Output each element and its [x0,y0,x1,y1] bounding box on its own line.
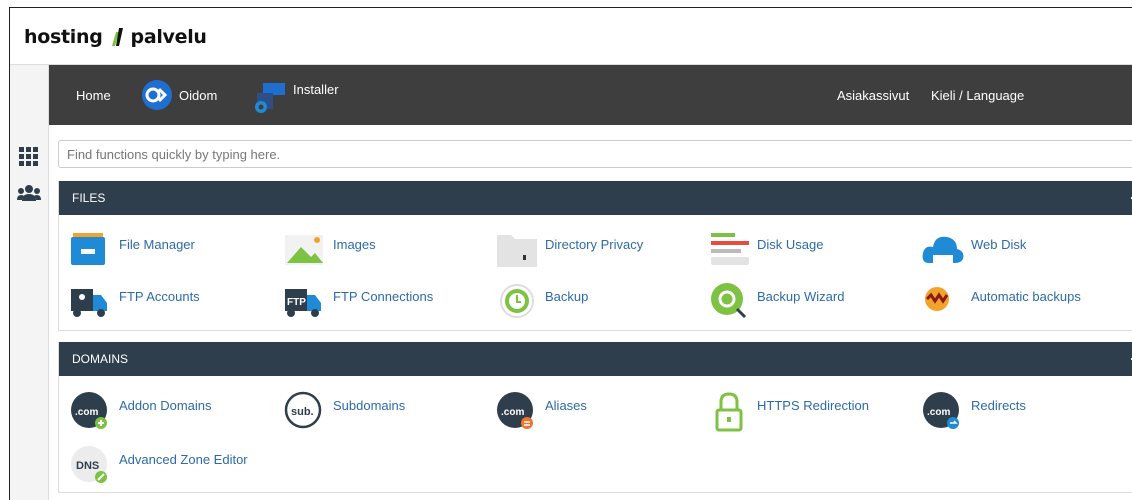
nav-oidom-label: Oidom [179,87,218,103]
redirects-icon: .com [921,390,965,429]
https-redirection-label: HTTPS Redirection [757,398,869,413]
logo-bar: hosting palvelu [10,8,1132,65]
nav-customer-pages-label: Asiakassivut [837,87,910,103]
oidom-icon [141,79,173,111]
addon-domains-label: Addon Domains [119,398,212,413]
file-manager-icon [69,229,113,267]
ftp-connections-label: FTP Connections [333,289,434,304]
files-panel-header[interactable]: FILES [59,181,1132,215]
ftp-accounts-link[interactable]: FTP Accounts [69,281,200,319]
ftp-accounts-label: FTP Accounts [119,289,200,304]
disk-usage-icon [707,229,751,267]
padlock-icon [707,390,751,432]
logo-text-right: palvelu [130,26,207,48]
nav-customer-pages[interactable]: Asiakassivut [837,65,909,125]
domains-panel-title: DOMAINS [72,352,129,366]
disk-usage-label: Disk Usage [757,237,824,252]
backup-icon [495,281,539,319]
images-icon [283,229,327,267]
subdomains-link[interactable]: sub. Subdomains [283,390,406,429]
backup-label: Backup [545,289,589,304]
nav-installer-label: Installer [293,82,339,97]
domains-panel-header[interactable]: DOMAINS [59,342,1132,376]
ftp-connections-icon: FTP [283,281,327,319]
automatic-backups-link[interactable]: Automatic backups [921,281,1081,319]
nav-language[interactable]: Kieli / Language [931,65,1024,125]
disk-usage-link[interactable]: Disk Usage [707,229,823,267]
https-redirection-link[interactable]: HTTPS Redirection [707,390,869,432]
backup-wizard-link[interactable]: Backup Wizard [707,281,844,319]
svg-text:DNS: DNS [76,460,99,472]
top-navigation: Home Oidom Installer Asiakassivut Kieli … [49,65,1132,125]
logo-mark-icon [108,26,126,48]
file-manager-link[interactable]: File Manager [69,229,195,267]
automatic-backups-label: Automatic backups [971,289,1081,304]
backup-wizard-icon [707,281,751,319]
hostingpalvelu-logo[interactable]: hosting palvelu [24,26,207,48]
images-link[interactable]: Images [283,229,376,267]
aliases-label: Aliases [545,398,587,413]
addon-domains-icon: .com [69,390,113,429]
logo-text-left: hosting [24,26,103,48]
left-rail [10,65,49,500]
subdomains-icon: sub. [283,390,327,429]
aliases-link[interactable]: .com Aliases [495,390,587,429]
redirects-link[interactable]: .com Redirects [921,390,1026,429]
backup-wizard-label: Backup Wizard [757,289,845,304]
nav-installer[interactable]: Installer [249,65,339,125]
svg-text:.com: .com [927,407,950,418]
nav-oidom[interactable]: Oidom [141,65,217,125]
nav-home-label: Home [76,87,111,103]
automatic-backups-icon [921,281,965,319]
grid-apps-icon[interactable] [19,147,39,167]
svg-text:sub.: sub. [291,406,314,418]
cpanel-window: hosting palvelu Home Oidom Installer Asi… [9,7,1132,500]
svg-text:FTP: FTP [287,297,306,308]
nav-language-label: Kieli / Language [931,87,1025,103]
ftp-accounts-icon [69,281,113,319]
advanced-zone-editor-label: Advanced Zone Editor [119,452,248,467]
files-panel: FILES File Manager Images Directory Priv… [58,181,1132,331]
users-icon[interactable] [17,183,41,203]
svg-text:.com: .com [75,407,98,418]
files-panel-title: FILES [72,191,106,205]
search-input[interactable] [58,140,1132,168]
redirects-label: Redirects [971,398,1026,413]
ftp-connections-link[interactable]: FTP FTP Connections [283,281,433,319]
subdomains-label: Subdomains [333,398,406,413]
file-manager-label: File Manager [119,237,195,252]
images-label: Images [333,237,376,252]
nav-home[interactable]: Home [76,65,111,125]
web-disk-link[interactable]: Web Disk [921,229,1026,267]
web-disk-label: Web Disk [971,237,1027,252]
backup-link[interactable]: Backup [495,281,588,319]
addon-domains-link[interactable]: .com Addon Domains [69,390,212,429]
installer-icon [249,81,289,113]
cloud-disk-icon [921,229,965,267]
aliases-icon: .com [495,390,539,429]
svg-text:.com: .com [501,407,524,418]
dns-editor-icon: DNS [69,444,113,483]
domains-panel: DOMAINS .com Addon Domains sub. Subdomai… [58,342,1132,493]
directory-privacy-label: Directory Privacy [545,237,644,252]
advanced-zone-editor-link[interactable]: DNS Advanced Zone Editor [69,444,248,483]
directory-privacy-link[interactable]: Directory Privacy [495,229,643,267]
folder-lock-icon [495,229,539,267]
